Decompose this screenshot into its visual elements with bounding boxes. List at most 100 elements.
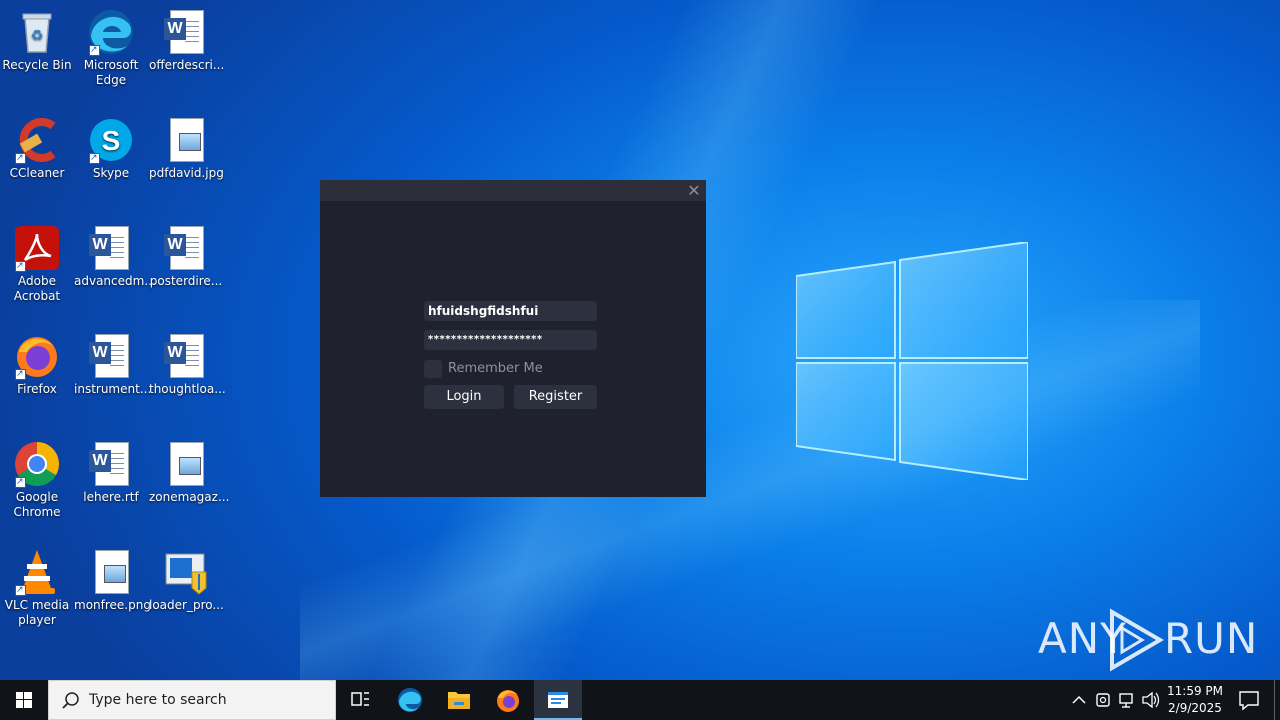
window-titlebar[interactable]: ✕ [320,180,706,201]
remember-me-checkbox[interactable] [424,360,442,378]
svg-text:♻: ♻ [31,28,44,44]
icon-label: instrument... [74,382,152,396]
watermark-text-right: RUN [1164,614,1259,663]
remember-me-label[interactable]: Remember Me [448,360,543,378]
application-window-icon [548,692,568,708]
shortcut-arrow-icon [15,367,26,382]
desktop-icon-pdfdavid[interactable]: pdfdavid.jpg [149,116,224,181]
vlc-cone-icon [13,548,61,598]
task-view-button[interactable] [336,680,384,720]
icon-label: lehere.rtf [83,490,139,504]
speaker-icon [1142,691,1160,709]
taskbar-file-explorer[interactable] [435,680,483,720]
icon-label: monfree.png [74,598,151,612]
image-file-icon [162,440,210,488]
chevron-up-icon [1072,695,1086,704]
register-button[interactable]: Register [514,385,597,409]
clock-time: 11:59 PM [1167,684,1223,698]
icon-label: Skype [92,166,130,180]
image-file-icon [87,548,135,596]
icon-label: pdfdavid.jpg [149,166,224,180]
password-field[interactable] [424,330,597,350]
icon-label: VLC media player [4,598,70,627]
icon-label: zonemagaz... [149,490,230,504]
windows-wallpaper-logo [796,242,1028,480]
desktop-icon-loader-pro[interactable]: loader_pro... [149,548,224,613]
desktop-icon-offerdescri[interactable]: W offerdescri... [149,8,225,73]
start-button[interactable] [0,680,48,720]
volume-button[interactable] [1140,680,1162,720]
device-icon [1096,693,1110,707]
shortcut-arrow-icon [15,259,26,274]
desktop-icon-skype[interactable]: S Skype [74,116,148,181]
network-icon [1119,693,1133,708]
taskbar-firefox[interactable] [484,680,532,720]
desktop-icon-adobe-acrobat[interactable]: Adobe Acrobat [0,224,74,304]
close-icon[interactable]: ✕ [684,181,704,201]
adobe-acrobat-icon [13,224,61,274]
image-file-icon [162,116,210,164]
desktop-icon-ccleaner[interactable]: CCleaner [0,116,74,181]
search-icon [62,692,79,709]
shortcut-arrow-icon [15,583,26,598]
taskbar-clock[interactable]: 11:59 PM 2/9/2025 [1160,683,1230,717]
play-triangle-icon [1110,608,1164,672]
network-button[interactable] [1116,680,1138,720]
icon-label: offerdescri... [149,58,225,72]
login-button[interactable]: Login [424,385,504,409]
word-document-icon: W [87,224,135,272]
svg-text:S: S [102,125,121,156]
icon-label: posterdire... [149,274,223,288]
desktop-icon-advancedm[interactable]: W advancedm... [74,224,156,289]
shortcut-arrow-icon [15,151,26,166]
windows-start-icon [16,692,32,708]
login-window: ✕ Remember Me Login Register [320,180,706,497]
clock-date: 2/9/2025 [1168,701,1222,715]
firefox-icon [13,332,61,382]
taskbar: Type here to search 11:59 PM 2/9/2025 [0,680,1280,720]
icon-label: Google Chrome [13,490,61,519]
search-placeholder: Type here to search [89,692,227,708]
icon-label: Microsoft Edge [83,58,139,87]
desktop-icon-monfree[interactable]: monfree.png [74,548,151,613]
taskbar-search-box[interactable]: Type here to search [48,680,336,720]
desktop-icon-firefox[interactable]: Firefox [0,332,74,397]
icon-label: advancedm... [74,274,156,288]
icon-label: Recycle Bin [2,58,72,72]
desktop-icon-instrument[interactable]: W instrument... [74,332,152,397]
edge-icon [398,688,422,712]
edge-icon [87,8,135,58]
chrome-icon [13,440,61,490]
tray-device-button[interactable] [1092,680,1114,720]
desktop-icon-vlc[interactable]: VLC media player [0,548,74,628]
shortcut-arrow-icon [89,151,100,166]
taskbar-login-app[interactable] [534,680,582,720]
desktop-icon-microsoft-edge[interactable]: Microsoft Edge [74,8,148,88]
anyrun-watermark: ANY RUN [1038,608,1257,672]
desktop-icon-google-chrome[interactable]: Google Chrome [0,440,74,520]
icon-label: Firefox [17,382,57,396]
show-desktop-button[interactable] [1274,680,1280,720]
word-document-icon: W [87,440,135,488]
icon-label: Adobe Acrobat [13,274,61,303]
word-document-icon: W [87,332,135,380]
desktop-icon-lehere[interactable]: W lehere.rtf [74,440,148,505]
username-field[interactable] [424,301,597,321]
show-hidden-icons-button[interactable] [1068,680,1090,720]
desktop: ♻ Recycle Bin CCleaner Adobe Acrobat Fir… [0,0,1280,680]
action-center-button[interactable] [1232,680,1266,720]
task-view-icon [351,692,369,706]
shortcut-arrow-icon [89,43,100,58]
notification-icon [1239,691,1259,711]
taskbar-edge[interactable] [386,680,434,720]
recycle-bin-icon: ♻ [13,8,61,56]
icon-label: CCleaner [9,166,65,180]
firefox-icon [497,690,519,712]
desktop-icon-zonemagaz[interactable]: zonemagaz... [149,440,230,505]
skype-icon: S [87,116,135,166]
word-document-icon: W [162,224,210,272]
desktop-icon-thoughtloa[interactable]: W thoughtloa... [149,332,226,397]
desktop-icon-recycle-bin[interactable]: ♻ Recycle Bin [0,8,74,73]
shortcut-arrow-icon [15,475,26,490]
desktop-icon-posterdire[interactable]: W posterdire... [149,224,223,289]
